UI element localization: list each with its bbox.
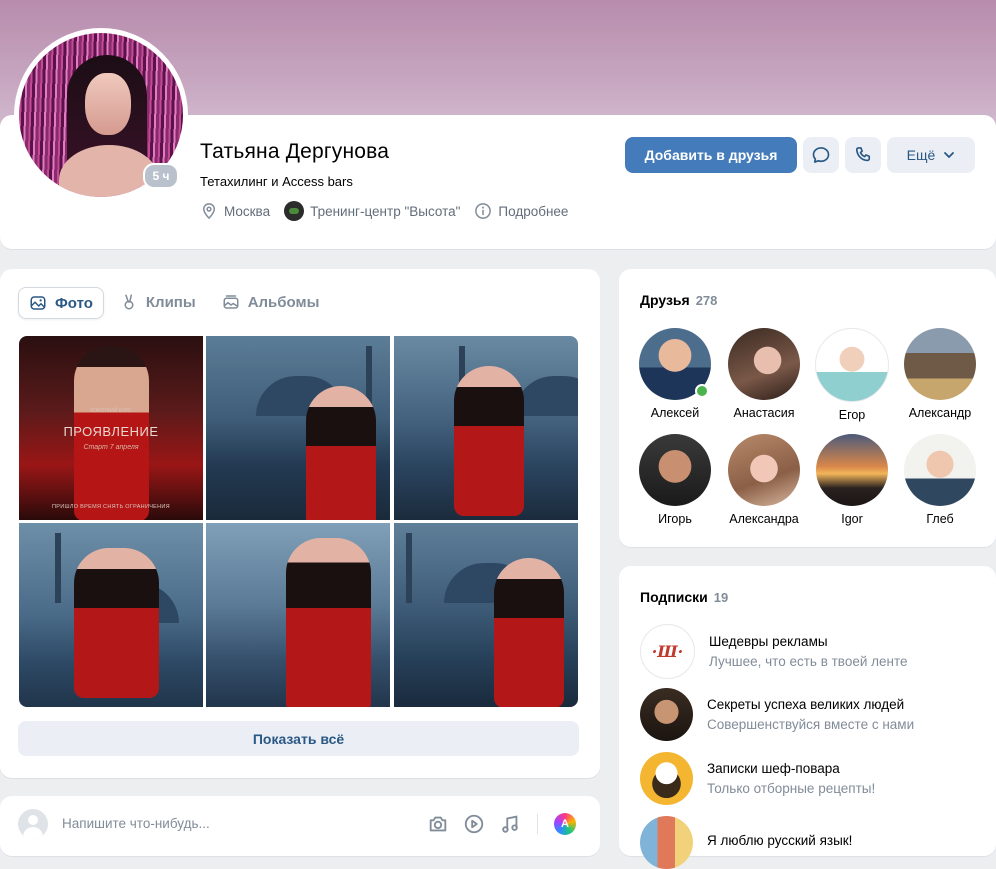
details-label: Подробнее (498, 203, 569, 219)
media-tabs: Фото Клипы Альбомы (18, 287, 329, 319)
friend-item[interactable]: Егор (807, 328, 897, 422)
avatar: ·Ш· (640, 624, 695, 679)
tab-photos-label: Фото (55, 294, 93, 312)
poster-bottom-text: ПРИШЛО ВРЕМЯ СНЯТЬ ОГРАНИЧЕНИЯ (52, 504, 170, 510)
subscription-title: Секреты успеха великих людей (707, 697, 905, 712)
message-icon (812, 147, 830, 163)
subscription-item[interactable]: ·Ш· Шедевры рекламы Лучшее, что есть в т… (640, 624, 908, 679)
photo-thumbnail[interactable] (394, 336, 578, 520)
friend-name: Алексей (650, 406, 700, 420)
work-item[interactable]: Тренинг-центр "Высота" (284, 201, 460, 221)
online-indicator (695, 384, 709, 398)
location-icon (202, 203, 216, 220)
friend-name: Егор (838, 408, 866, 422)
more-button[interactable]: Ещё (887, 137, 975, 173)
friends-title[interactable]: Друзья 278 (640, 292, 717, 308)
profile-name: Татьяна Дергунова (200, 140, 390, 163)
add-friend-button[interactable]: Добавить в друзья (625, 137, 797, 173)
friend-item[interactable]: Игорь (630, 434, 720, 526)
avatar (728, 328, 800, 400)
video-icon[interactable] (463, 813, 485, 835)
photo-thumbnail[interactable] (394, 523, 578, 707)
friend-name: Александра (729, 512, 799, 526)
org-logo-icon (284, 201, 305, 221)
friend-item[interactable]: Глеб (895, 434, 985, 526)
camera-icon[interactable] (427, 813, 449, 835)
friend-item[interactable]: Александр (895, 328, 985, 420)
music-icon[interactable] (499, 813, 521, 835)
avatar (640, 752, 693, 805)
subscription-subtitle: Только отборные рецепты! (707, 781, 876, 796)
subscriptions-count: 19 (713, 590, 729, 605)
last-seen-badge: 5 ч (143, 163, 179, 189)
post-input[interactable]: Напишите что-нибудь... (62, 816, 210, 831)
more-label: Ещё (906, 147, 936, 163)
avatar (728, 434, 800, 506)
subscription-subtitle: Совершенствуйся вместе с нами (707, 717, 915, 732)
albums-icon (223, 295, 239, 309)
work-label: Тренинг-центр "Высота" (310, 203, 461, 219)
avatar (639, 328, 711, 400)
poster-top-text: КОРОТКИЙ КУРС (90, 408, 132, 414)
subscription-title: Записки шеф-повара (707, 761, 840, 776)
city-label: Москва (224, 203, 271, 219)
friends-title-label: Друзья (640, 292, 690, 308)
friend-item[interactable]: Анастасия (719, 328, 809, 420)
avatar (640, 816, 693, 869)
photo-thumbnail[interactable] (206, 336, 390, 520)
avatar (904, 434, 976, 506)
subscription-title: Шедевры рекламы (709, 634, 828, 649)
friend-item[interactable]: Александра (719, 434, 809, 526)
friend-item[interactable]: Алексей (630, 328, 720, 420)
avatar[interactable] (18, 809, 48, 839)
post-attachments: A (427, 813, 576, 835)
profile-meta: Москва Тренинг-центр "Высота" Подробнее (200, 201, 568, 221)
subscription-item[interactable]: Я люблю русский язык! (640, 816, 852, 869)
subscription-title: Я люблю русский язык! (707, 832, 853, 848)
poster-title: ПРОЯВЛЕНИЕ (63, 424, 159, 439)
tab-albums-label: Альбомы (247, 293, 320, 311)
ai-assistant-icon[interactable]: A (554, 813, 576, 835)
subscriptions-title-label: Подписки (640, 589, 708, 605)
avatar (816, 434, 888, 506)
avatar (639, 434, 711, 506)
call-button[interactable] (845, 137, 881, 173)
message-button[interactable] (803, 137, 839, 173)
clips-icon (124, 294, 134, 310)
show-all-button[interactable]: Показать всё (18, 721, 579, 756)
tab-clips[interactable]: Клипы (110, 287, 206, 317)
friend-item[interactable]: Igor (807, 434, 897, 526)
avatar (815, 328, 889, 402)
details-link[interactable]: Подробнее (474, 202, 568, 220)
friends-count: 278 (695, 293, 718, 308)
avatar (640, 688, 693, 741)
friend-name: Игорь (658, 512, 692, 526)
chevron-down-icon (944, 152, 955, 159)
poster-subtitle: Старт 7 апреля (83, 444, 139, 451)
avatar (904, 328, 976, 400)
subscription-item[interactable]: Записки шеф-повара Только отборные рецеп… (640, 752, 875, 805)
photo-icon (30, 296, 46, 310)
subscription-subtitle: Лучшее, что есть в твоей ленте (709, 654, 908, 669)
subscriptions-title[interactable]: Подписки 19 (640, 589, 728, 605)
tab-clips-label: Клипы (145, 293, 196, 311)
friend-name: Igor (841, 512, 863, 526)
tab-photos[interactable]: Фото (18, 287, 104, 319)
city-item[interactable]: Москва (200, 202, 270, 220)
info-icon (475, 203, 492, 219)
tab-albums[interactable]: Альбомы (212, 287, 330, 317)
photo-thumbnail[interactable] (19, 523, 203, 707)
friend-name: Глеб (926, 512, 954, 526)
phone-icon (855, 147, 871, 162)
profile-status: Тетахилинг и Access bars (200, 174, 353, 189)
photo-thumbnail[interactable]: КОРОТКИЙ КУРС ПРОЯВЛЕНИЕ Старт 7 апреля … (19, 336, 203, 520)
friend-name: Александр (908, 406, 972, 420)
photo-thumbnail[interactable] (206, 523, 390, 707)
friend-name: Анастасия (733, 406, 795, 420)
subscription-item[interactable]: Секреты успеха великих людей Совершенств… (640, 688, 914, 741)
